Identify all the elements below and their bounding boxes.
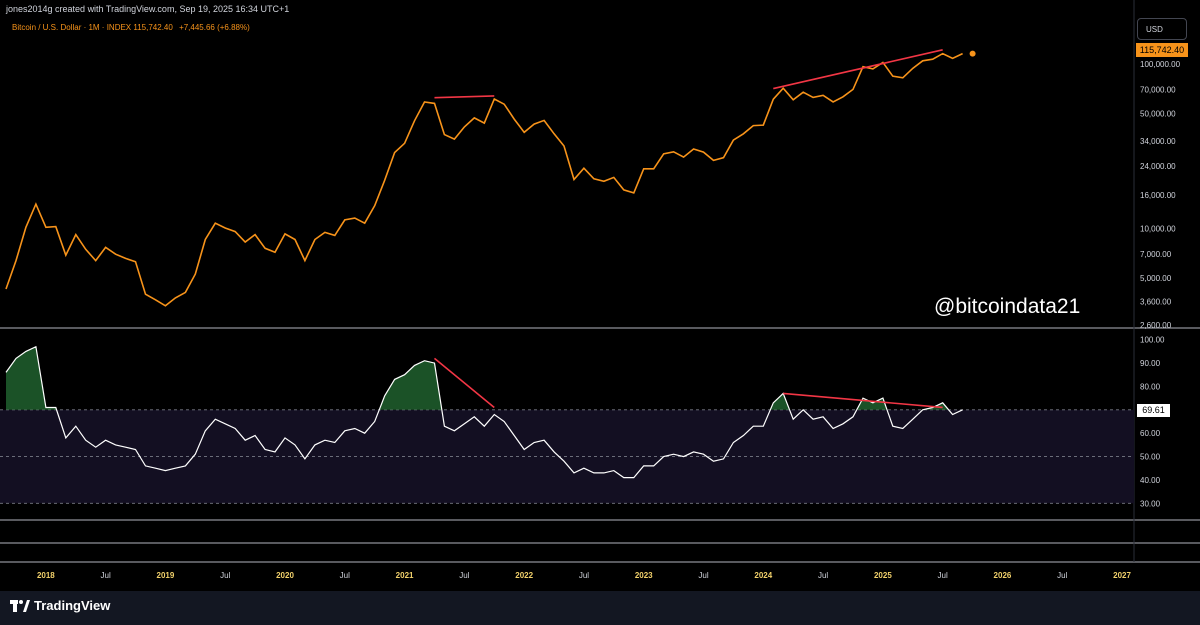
tradingview-logo[interactable]: TradingView — [10, 598, 110, 613]
price-tick-label: 3,600.00 — [1140, 298, 1172, 307]
rsi-tick-label: 40.00 — [1140, 476, 1161, 485]
rsi-tick-label: 50.00 — [1140, 453, 1161, 462]
rsi-tick-label: 30.00 — [1140, 499, 1161, 508]
time-tick-label: 2023 — [635, 571, 653, 580]
time-tick-label: 2019 — [157, 571, 175, 580]
price-tick-label: 10,000.00 — [1140, 225, 1176, 234]
rsi-tick-label: 100.00 — [1140, 336, 1165, 345]
time-tick-label: Jul — [220, 571, 230, 580]
price-tick-label: 2,600.00 — [1140, 321, 1172, 330]
time-tick-label: Jul — [698, 571, 708, 580]
time-tick-label: 2022 — [515, 571, 533, 580]
rsi-tick-label: 80.00 — [1140, 382, 1161, 391]
rsi-trendline — [433, 357, 495, 409]
time-tick-label: Jul — [1057, 571, 1067, 580]
last-price-marker — [969, 50, 976, 57]
time-tick-label: Jul — [340, 571, 350, 580]
time-tick-label: Jul — [459, 571, 469, 580]
time-tick-label: Jul — [938, 571, 948, 580]
price-tick-label: 50,000.00 — [1140, 110, 1176, 119]
price-tick-label: 24,000.00 — [1140, 162, 1176, 171]
rsi-pane — [0, 345, 1134, 504]
price-tick-label: 34,000.00 — [1140, 137, 1176, 146]
time-tick-label: 2025 — [874, 571, 892, 580]
price-pane — [5, 49, 976, 307]
rsi-value-label: 69.61 — [1137, 404, 1170, 417]
footer-bar — [0, 591, 1200, 625]
price-tick-label: 100,000.00 — [1140, 60, 1181, 69]
last-price-label: 115,742.40 — [1136, 43, 1188, 57]
time-tick-label: 2020 — [276, 571, 294, 580]
time-axis: 2018 Jul 2019 Jul 2020 Jul 2021 Jul 2022 Jul 2023 J… — [37, 571, 1132, 580]
time-tick-label: 2021 — [396, 571, 414, 580]
price-tick-label: 70,000.00 — [1140, 86, 1176, 95]
time-tick-label: 2024 — [754, 571, 772, 580]
rsi-tick-label: 60.00 — [1140, 429, 1161, 438]
tradingview-icon — [10, 599, 30, 612]
price-trendline — [434, 95, 495, 99]
time-tick-label: Jul — [818, 571, 828, 580]
price-trendline — [773, 49, 943, 90]
price-tick-label: 7,000.00 — [1140, 250, 1172, 259]
price-tick-label: 16,000.00 — [1140, 191, 1176, 200]
price-series-line — [5, 52, 963, 307]
brand-name: TradingView — [34, 598, 111, 613]
time-tick-label: Jul — [579, 571, 589, 580]
time-tick-label: 2026 — [994, 571, 1012, 580]
time-tick-label: 2018 — [37, 571, 55, 580]
price-tick-label: 5,000.00 — [1140, 274, 1172, 283]
rsi-overbought-fill — [379, 360, 442, 410]
rsi-tick-label: 90.00 — [1140, 359, 1161, 368]
rsi-overbought-fill — [6, 346, 57, 410]
time-tick-label: 2027 — [1113, 571, 1131, 580]
time-tick-label: Jul — [101, 571, 111, 580]
watermark: @bitcoindata21 — [934, 295, 1081, 318]
